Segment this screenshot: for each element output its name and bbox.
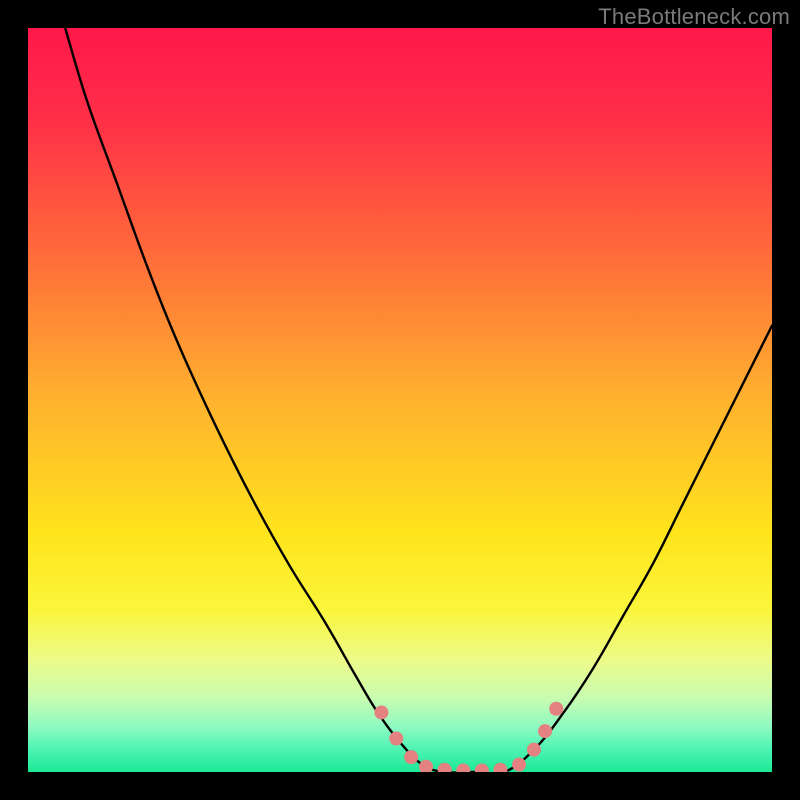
curve-marker [389, 732, 403, 746]
watermark-label: TheBottleneck.com [598, 4, 790, 30]
curve-marker [512, 758, 526, 772]
curve-marker [549, 702, 563, 716]
curve-marker [374, 705, 388, 719]
curve-marker [538, 724, 552, 738]
plot-area [28, 28, 772, 772]
curve-marker [404, 750, 418, 764]
curve-marker [456, 764, 470, 772]
curve-marker [475, 764, 489, 772]
curve-marker [419, 760, 433, 772]
bottleneck-curve [28, 28, 772, 772]
curve-marker [438, 763, 452, 772]
curve-marker [493, 763, 507, 772]
curve-marker [527, 743, 541, 757]
chart-frame: TheBottleneck.com [0, 0, 800, 800]
